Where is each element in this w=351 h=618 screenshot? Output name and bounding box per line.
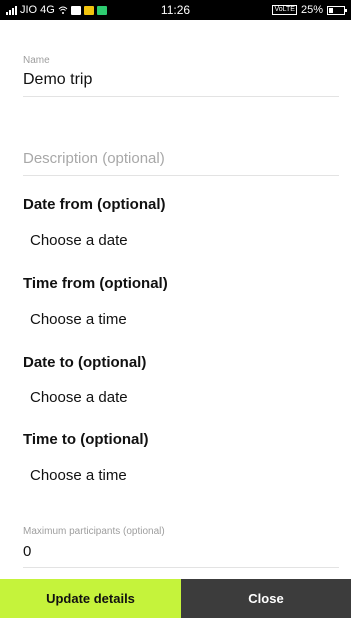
time-from-picker[interactable]: Choose a time <box>30 311 127 328</box>
max-participants-label: Maximum participants (optional) <box>23 526 165 537</box>
app-icon <box>96 5 107 15</box>
date-from-picker[interactable]: Choose a date <box>30 232 128 249</box>
wifi-icon <box>58 6 68 14</box>
message-icon <box>83 5 94 15</box>
status-left: JIO 4G <box>6 4 107 16</box>
status-right: VoLTE 25% <box>272 4 347 16</box>
volte-badge: VoLTE <box>272 5 297 15</box>
date-from-label: Date from (optional) <box>23 196 166 213</box>
name-label: Name <box>23 55 50 66</box>
battery-icon <box>327 5 347 15</box>
max-participants-field[interactable]: Maximum participants (optional) 0 <box>23 526 339 560</box>
carrier-label: JIO 4G <box>20 4 55 16</box>
battery-percent: 25% <box>300 4 323 16</box>
gallery-icon <box>70 5 81 15</box>
name-underline <box>23 96 339 97</box>
time-to-label: Time to (optional) <box>23 431 149 448</box>
time-to-picker[interactable]: Choose a time <box>30 467 127 484</box>
description-field[interactable]: Description (optional) <box>23 150 339 167</box>
close-button[interactable]: Close <box>181 579 351 618</box>
update-details-button[interactable]: Update details <box>0 579 181 618</box>
signal-icon <box>6 5 17 15</box>
max-participants-underline <box>23 567 339 568</box>
name-value[interactable]: Demo trip <box>23 71 339 89</box>
time-from-label: Time from (optional) <box>23 275 168 292</box>
bottom-action-bar: Update details Close <box>0 579 351 618</box>
description-underline <box>23 175 339 176</box>
name-field[interactable]: Name Demo trip <box>23 55 339 89</box>
description-input[interactable]: Description (optional) <box>23 150 339 167</box>
date-to-label: Date to (optional) <box>23 354 147 371</box>
date-to-picker[interactable]: Choose a date <box>30 389 128 406</box>
status-bar: JIO 4G 11:26 VoLTE 25% <box>0 0 351 20</box>
max-participants-value[interactable]: 0 <box>23 543 339 560</box>
